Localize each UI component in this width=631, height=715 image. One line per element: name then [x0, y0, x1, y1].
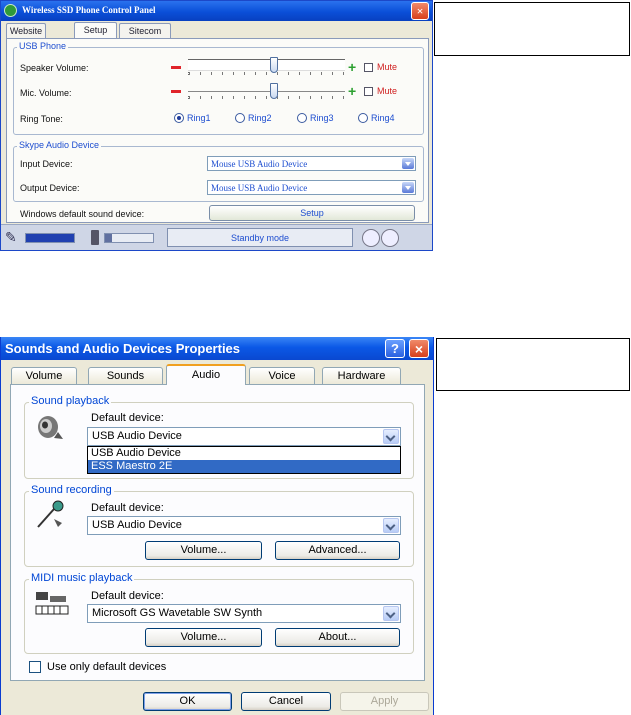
- chevron-down-icon[interactable]: [402, 158, 414, 169]
- chevron-down-icon[interactable]: [383, 518, 399, 533]
- ring3-radio[interactable]: [297, 113, 307, 123]
- tab-volume[interactable]: Volume: [11, 367, 77, 384]
- midi-keyboard-icon: [34, 590, 70, 616]
- chevron-down-icon[interactable]: [383, 606, 399, 621]
- app-icon: [4, 4, 17, 17]
- window-title: Wireless SSD Phone Control Panel: [22, 5, 156, 15]
- speaker-volume-label: Speaker Volume:: [20, 63, 89, 73]
- callout-box-bottom: [436, 338, 630, 391]
- mic-volume-slider[interactable]: [188, 91, 345, 92]
- playback-device-select[interactable]: USB Audio Device: [87, 427, 401, 446]
- mic-volume-label: Mic. Volume:: [20, 88, 72, 98]
- speaker-mute-checkbox[interactable]: [364, 63, 373, 72]
- mic-minus-icon[interactable]: [171, 90, 181, 93]
- mic-slider-thumb[interactable]: [269, 83, 278, 99]
- speaker-volume-slider[interactable]: [188, 59, 345, 71]
- title-bar[interactable]: Sounds and Audio Devices Properties ? ×: [1, 337, 433, 360]
- mic-slider-ticks: [188, 96, 345, 99]
- audio-tab-panel: Sound playback Default device: USB Audio…: [10, 384, 425, 681]
- speaker-slider-ticks: [188, 72, 345, 75]
- recording-advanced-button[interactable]: Advanced...: [275, 541, 400, 560]
- status-bar: ✎ Standby mode: [1, 224, 432, 250]
- midi-playback-label: MIDI music playback: [29, 572, 135, 584]
- speaker-mute-label: Mute: [377, 62, 398, 72]
- mic-mute-label: Mute: [377, 86, 398, 96]
- chevron-down-icon[interactable]: [383, 429, 399, 444]
- output-device-label: Output Device:: [20, 183, 80, 193]
- tab-hardware[interactable]: Hardware: [322, 367, 401, 384]
- tab-sitecom[interactable]: Sitecom: [119, 23, 171, 38]
- signal-meter: [25, 233, 75, 243]
- setup-button[interactable]: Setup: [209, 205, 415, 221]
- status-text: Standby mode: [167, 228, 353, 247]
- ring1-label: Ring1: [187, 113, 211, 123]
- input-device-label: Input Device:: [20, 159, 73, 169]
- ring2-label: Ring2: [248, 113, 272, 123]
- close-button[interactable]: ×: [411, 2, 429, 20]
- ring2-radio[interactable]: [235, 113, 245, 123]
- mic-mute-checkbox[interactable]: [364, 87, 373, 96]
- title-bar[interactable]: Wireless SSD Phone Control Panel ×: [1, 1, 432, 21]
- ok-button[interactable]: OK: [143, 692, 232, 711]
- minimize-circle-icon[interactable]: [362, 229, 380, 247]
- chevron-down-icon[interactable]: [402, 182, 414, 193]
- use-default-devices-label: Use only default devices: [47, 661, 167, 673]
- close-icon: ×: [416, 4, 424, 18]
- speaker-icon: [34, 412, 64, 442]
- dropdown-option-usb-audio[interactable]: USB Audio Device: [88, 447, 400, 460]
- speaker-minus-icon[interactable]: [171, 66, 181, 69]
- phone-control-panel-window: Wireless SSD Phone Control Panel × Websi…: [0, 0, 433, 251]
- output-device-select[interactable]: Mouse USB Audio Device: [207, 180, 416, 195]
- input-device-select[interactable]: Mouse USB Audio Device: [207, 156, 416, 171]
- midi-default-device-label: Default device:: [91, 590, 164, 602]
- use-default-devices-checkbox[interactable]: [29, 661, 41, 673]
- recording-default-device-label: Default device:: [91, 502, 164, 514]
- setup-panel: USB Phone Speaker Volume: + Mute Mic. Vo…: [6, 38, 429, 223]
- default-sound-device-label: Windows default sound device:: [20, 209, 145, 219]
- tab-audio[interactable]: Audio: [166, 364, 246, 385]
- window-title: Sounds and Audio Devices Properties: [5, 341, 241, 356]
- sound-audio-properties-window: Sounds and Audio Devices Properties ? × …: [0, 337, 434, 715]
- ring3-label: Ring3: [310, 113, 334, 123]
- mic-plus-icon[interactable]: +: [348, 84, 356, 98]
- speaker-slider-thumb[interactable]: [269, 57, 278, 73]
- tab-setup[interactable]: Setup: [74, 22, 117, 39]
- close-icon: ×: [414, 341, 424, 357]
- battery-icon: [91, 230, 99, 245]
- close-button[interactable]: ×: [409, 339, 429, 358]
- ring4-radio[interactable]: [358, 113, 368, 123]
- sound-recording-label: Sound recording: [29, 484, 114, 496]
- tab-sounds[interactable]: Sounds: [88, 367, 163, 384]
- dropdown-option-ess-maestro[interactable]: ESS Maestro 2E: [88, 460, 400, 473]
- microphone-icon: [34, 499, 68, 529]
- help-button[interactable]: ?: [385, 339, 405, 358]
- recording-device-select[interactable]: USB Audio Device: [87, 516, 401, 535]
- ring1-radio[interactable]: [174, 113, 184, 123]
- midi-volume-button[interactable]: Volume...: [145, 628, 262, 647]
- midi-device-select[interactable]: Microsoft GS Wavetable SW Synth: [87, 604, 401, 623]
- signal-antenna-icon: ✎: [5, 229, 17, 245]
- battery-meter-fill: [105, 234, 112, 242]
- speaker-plus-icon[interactable]: +: [348, 60, 356, 74]
- recording-volume-button[interactable]: Volume...: [145, 541, 262, 560]
- skype-audio-label: Skype Audio Device: [17, 140, 102, 150]
- cancel-button[interactable]: Cancel: [241, 692, 331, 711]
- sound-playback-label: Sound playback: [29, 395, 112, 407]
- tab-voice[interactable]: Voice: [249, 367, 315, 384]
- apply-button[interactable]: Apply: [340, 692, 429, 711]
- help-icon: ?: [391, 341, 399, 356]
- playback-device-dropdown[interactable]: USB Audio Device ESS Maestro 2E: [87, 446, 401, 474]
- ring-tone-label: Ring Tone:: [20, 114, 63, 124]
- tab-website[interactable]: Website: [6, 23, 46, 38]
- usb-phone-label: USB Phone: [17, 41, 69, 51]
- battery-meter: [104, 233, 154, 243]
- ring4-label: Ring4: [371, 113, 395, 123]
- power-circle-icon[interactable]: [381, 229, 399, 247]
- signal-meter-fill: [26, 234, 74, 242]
- playback-default-device-label: Default device:: [91, 412, 164, 424]
- midi-about-button[interactable]: About...: [275, 628, 400, 647]
- callout-box-top: [434, 2, 630, 56]
